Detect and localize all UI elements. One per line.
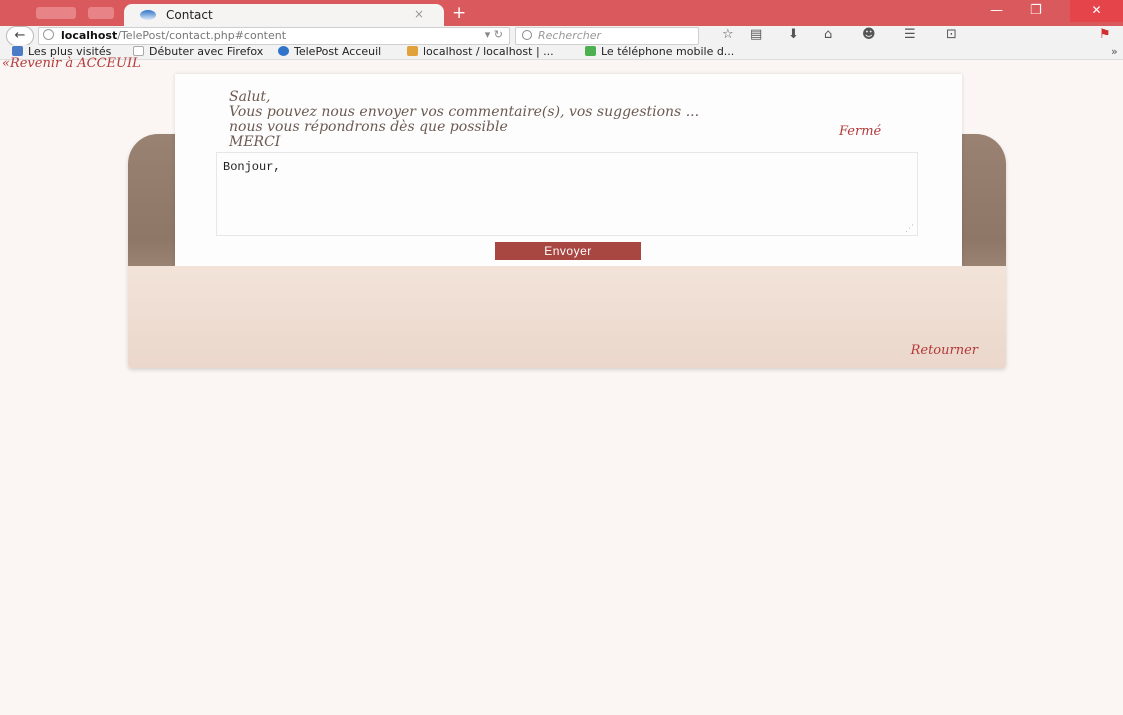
bookmarks-toolbar: Les plus visités Débuter avec Firefox Te… [0, 45, 1123, 60]
close-link[interactable]: Fermé [839, 124, 881, 139]
minimize-icon[interactable]: — [990, 3, 1003, 18]
telepost-favicon-icon [140, 10, 156, 20]
phpmyadmin-icon [407, 46, 418, 56]
more-bookmarks-icon[interactable]: » [1111, 45, 1118, 58]
bookmark-item[interactable]: TelePost Acceuil [278, 45, 381, 58]
bookmark-site-icon [585, 46, 596, 56]
window-close-icon[interactable]: ✕ [1070, 0, 1123, 22]
bookmark-page-icon [133, 46, 144, 56]
pinned-tab[interactable] [88, 7, 114, 19]
download-icon[interactable]: ⬇ [788, 27, 799, 42]
bookmark-item[interactable]: Débuter avec Firefox [133, 45, 263, 58]
bookmark-folder-icon [12, 46, 23, 56]
smiley-icon[interactable]: ☻ [862, 27, 876, 42]
maximize-icon[interactable]: ❐ [1030, 3, 1042, 18]
return-link[interactable]: Retourner [911, 343, 978, 358]
extension-icon[interactable]: ⊡ [946, 27, 957, 42]
back-arrow-icon[interactable]: ← [6, 26, 34, 46]
resize-grip-icon[interactable]: ⋰ [905, 224, 914, 234]
welcome-message: Salut, Vous pouvez nous envoyer vos comm… [229, 90, 889, 150]
letter-card: Salut, Vous pouvez nous envoyer vos comm… [175, 74, 962, 266]
tab-contact[interactable]: Contact × [124, 4, 444, 26]
navigation-toolbar: ← localhost/TelePost/contact.php#content… [0, 26, 1123, 46]
url-text: localhost/TelePost/contact.php#content [61, 29, 287, 42]
message-line: MERCI [229, 134, 281, 150]
bookmark-star-icon[interactable]: ☆ [722, 27, 734, 42]
bookmark-item[interactable]: localhost / localhost | ... [407, 45, 554, 58]
browser-titlebar: Contact × + — ❐ ✕ [0, 0, 1123, 26]
send-button[interactable]: Envoyer [495, 242, 641, 260]
url-bar[interactable]: localhost/TelePost/contact.php#content ▾… [38, 27, 510, 45]
search-placeholder: Rechercher [538, 29, 602, 42]
bookmark-item[interactable]: Le téléphone mobile d... [585, 45, 734, 58]
back-home-link[interactable]: «Revenir à ACCEUIL [2, 56, 141, 71]
new-tab-icon[interactable]: + [452, 3, 466, 23]
message-line: Salut, [229, 89, 271, 105]
message-line: nous vous répondrons dès que possible [229, 119, 508, 135]
home-icon[interactable]: ⌂ [824, 27, 832, 42]
message-line: Vous pouvez nous envoyer vos commentaire… [229, 104, 700, 120]
comment-textarea[interactable]: Bonjour, [216, 152, 918, 236]
tab-title: Contact [166, 8, 213, 22]
telepost-favicon-icon [278, 46, 289, 56]
tab-close-icon[interactable]: × [414, 7, 424, 21]
envelope-front: Retourner [128, 266, 1006, 368]
reload-icon[interactable]: ▾ ↻ [485, 28, 503, 41]
search-bar[interactable]: Rechercher [515, 27, 699, 45]
search-icon [522, 30, 532, 40]
pinned-tab[interactable] [36, 7, 76, 19]
menu-icon[interactable]: ☰ [904, 27, 916, 42]
site-info-icon[interactable] [43, 29, 54, 40]
addon-icon[interactable]: ⚑ [1099, 27, 1111, 42]
clipboard-icon[interactable]: ▤ [750, 27, 762, 42]
